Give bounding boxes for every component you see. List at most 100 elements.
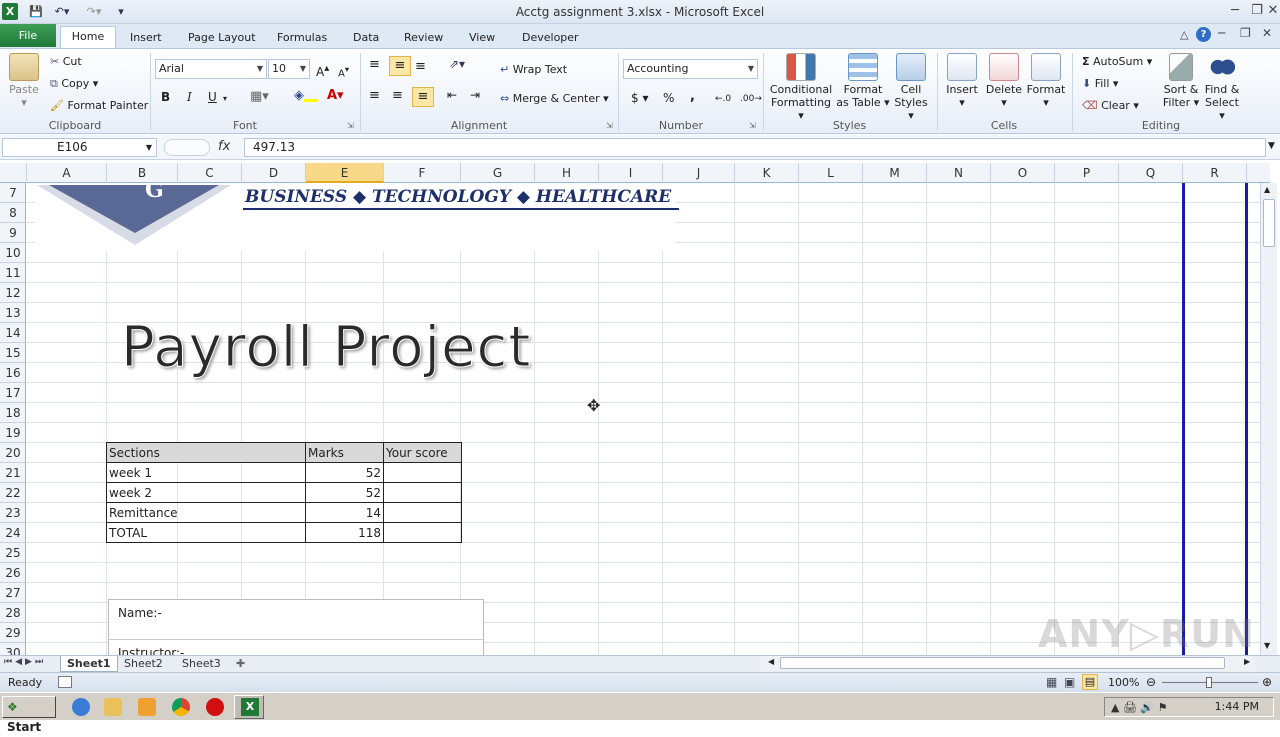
workbook-minimize-icon[interactable]: ─: [1218, 26, 1225, 40]
number-dialog-launcher-icon[interactable]: ⇲: [749, 121, 756, 130]
row-header[interactable]: 21: [0, 463, 25, 483]
page-break-preview-icon[interactable]: ▤: [1082, 674, 1098, 690]
number-format-select[interactable]: Accounting ▼: [623, 59, 758, 79]
minimize-ribbon-icon[interactable]: △: [1180, 28, 1188, 41]
sheet-tab-sheet1[interactable]: Sheet1: [60, 656, 118, 672]
wrap-text-button[interactable]: ↵ Wrap Text: [500, 63, 567, 76]
company-banner-image[interactable]: G BUSINESS ◆ TECHNOLOGY ◆ HEALTHCARE: [35, 183, 679, 251]
table-cell[interactable]: 52: [305, 482, 384, 503]
merge-center-button[interactable]: ⇔ Merge & Center ▾: [500, 92, 609, 105]
cell-styles-button[interactable]: Cell Styles ▾: [890, 53, 932, 122]
column-header-p[interactable]: P: [1055, 163, 1119, 183]
column-header-e[interactable]: E: [306, 163, 384, 183]
format-cells-button[interactable]: Format ▾: [1026, 53, 1066, 109]
row-header[interactable]: 9: [0, 223, 25, 243]
zoom-level[interactable]: 100%: [1108, 676, 1139, 689]
orientation-icon[interactable]: ⇗▾: [449, 58, 465, 71]
shrink-font-icon[interactable]: A▾: [338, 63, 349, 80]
fill-color-icon[interactable]: ◈: [294, 89, 318, 102]
minimize-icon[interactable]: ─: [1224, 2, 1246, 20]
select-all-corner[interactable]: [0, 163, 27, 183]
column-header-r[interactable]: R: [1183, 163, 1247, 183]
tab-insert[interactable]: Insert: [126, 28, 166, 48]
row-header[interactable]: 14: [0, 323, 25, 343]
column-header-i[interactable]: I: [599, 163, 663, 183]
workbook-restore-icon[interactable]: ❐: [1240, 26, 1251, 40]
sheet-tab-sheet2[interactable]: Sheet2: [118, 656, 169, 672]
row-header[interactable]: 13: [0, 303, 25, 323]
decrease-decimal-icon[interactable]: .00→: [740, 93, 762, 106]
paste-button[interactable]: Paste ▾: [6, 53, 42, 109]
tray-icons[interactable]: ▲ 🖨 🔊 ⚑: [1111, 699, 1167, 717]
table-cell[interactable]: [383, 462, 462, 483]
tab-review[interactable]: Review: [400, 28, 447, 48]
align-middle-icon[interactable]: ≡: [389, 56, 411, 76]
ie-icon[interactable]: [72, 698, 90, 716]
tab-data[interactable]: Data: [349, 28, 383, 48]
font-dialog-launcher-icon[interactable]: ⇲: [347, 121, 354, 130]
workbook-close-icon[interactable]: ✕: [1262, 26, 1272, 40]
insert-function-icon[interactable]: fx: [218, 139, 230, 154]
vertical-scroll-thumb[interactable]: [1263, 199, 1275, 247]
taskbar-excel-button[interactable]: X: [234, 695, 264, 719]
comma-button[interactable]: ,: [690, 90, 695, 103]
row-header[interactable]: 24: [0, 523, 25, 543]
row-header[interactable]: 26: [0, 563, 25, 583]
align-top-icon[interactable]: ≡: [369, 58, 380, 71]
media-player-icon[interactable]: [138, 698, 156, 716]
format-painter-button[interactable]: 🖌 Format Painter: [50, 99, 148, 112]
table-cell[interactable]: [383, 522, 462, 543]
clear-button[interactable]: ⌫ Clear ▾: [1082, 99, 1139, 112]
bold-button[interactable]: B: [161, 91, 170, 104]
autosum-button[interactable]: Σ AutoSum ▾: [1082, 55, 1152, 68]
column-header-o[interactable]: O: [991, 163, 1055, 183]
row-header[interactable]: 25: [0, 543, 25, 563]
column-header-q[interactable]: Q: [1119, 163, 1183, 183]
font-size-select[interactable]: 10 ▼: [268, 59, 310, 79]
align-bottom-icon[interactable]: ≡: [415, 60, 426, 73]
sheet-tab-sheet3[interactable]: Sheet3: [176, 656, 227, 672]
row-header[interactable]: 18: [0, 403, 25, 423]
column-header-n[interactable]: N: [927, 163, 991, 183]
help-icon[interactable]: ?: [1196, 27, 1211, 42]
delete-cells-button[interactable]: Delete ▾: [984, 53, 1024, 109]
formula-bar-resize-handle[interactable]: [164, 139, 210, 156]
row-header[interactable]: 27: [0, 583, 25, 603]
row-header[interactable]: 11: [0, 263, 25, 283]
increase-indent-icon[interactable]: ⇥: [470, 89, 480, 102]
normal-view-icon[interactable]: ▦: [1046, 675, 1057, 689]
tab-file[interactable]: File: [0, 24, 56, 47]
copy-button[interactable]: ⧉ Copy ▾: [50, 77, 98, 90]
font-name-select[interactable]: Arial ▼: [155, 59, 267, 79]
sheet-nav-arrows-icon[interactable]: ⏮◀▶⏭: [4, 657, 46, 667]
scroll-left-icon[interactable]: ◀: [768, 657, 774, 666]
table-cell[interactable]: week 1: [106, 462, 306, 483]
column-header-j[interactable]: J: [663, 163, 735, 183]
table-header[interactable]: Marks: [305, 442, 384, 463]
close-icon[interactable]: ✕: [1266, 2, 1280, 20]
cell-grid[interactable]: G BUSINESS ◆ TECHNOLOGY ◆ HEALTHCARE Pay…: [27, 183, 1260, 655]
alignment-dialog-launcher-icon[interactable]: ⇲: [606, 121, 613, 130]
grow-font-icon[interactable]: A▴: [316, 62, 329, 79]
tab-view[interactable]: View: [465, 28, 499, 48]
column-header-d[interactable]: D: [242, 163, 306, 183]
font-color-icon[interactable]: A▾: [327, 89, 344, 102]
explorer-folder-icon[interactable]: [104, 698, 122, 716]
tab-formulas[interactable]: Formulas: [273, 28, 331, 48]
row-header[interactable]: 16: [0, 363, 25, 383]
align-left-icon[interactable]: ≡: [369, 89, 380, 102]
conditional-formatting-button[interactable]: Conditional Formatting ▾: [768, 53, 834, 122]
row-header[interactable]: 22: [0, 483, 25, 503]
table-header[interactable]: Your score: [383, 442, 462, 463]
scroll-right-icon[interactable]: ▶: [1244, 657, 1250, 666]
name-instructor-textbox[interactable]: Name:- Instructor:-: [108, 599, 484, 655]
underline-button[interactable]: U: [208, 91, 217, 104]
column-header-b[interactable]: B: [107, 163, 178, 183]
zoom-slider-thumb[interactable]: [1206, 677, 1212, 688]
column-header-h[interactable]: H: [535, 163, 599, 183]
column-header-a[interactable]: A: [27, 163, 107, 183]
row-header[interactable]: 19: [0, 423, 25, 443]
tab-page-layout[interactable]: Page Layout: [184, 28, 260, 48]
table-cell[interactable]: TOTAL: [106, 522, 306, 543]
row-header[interactable]: 20: [0, 443, 25, 463]
